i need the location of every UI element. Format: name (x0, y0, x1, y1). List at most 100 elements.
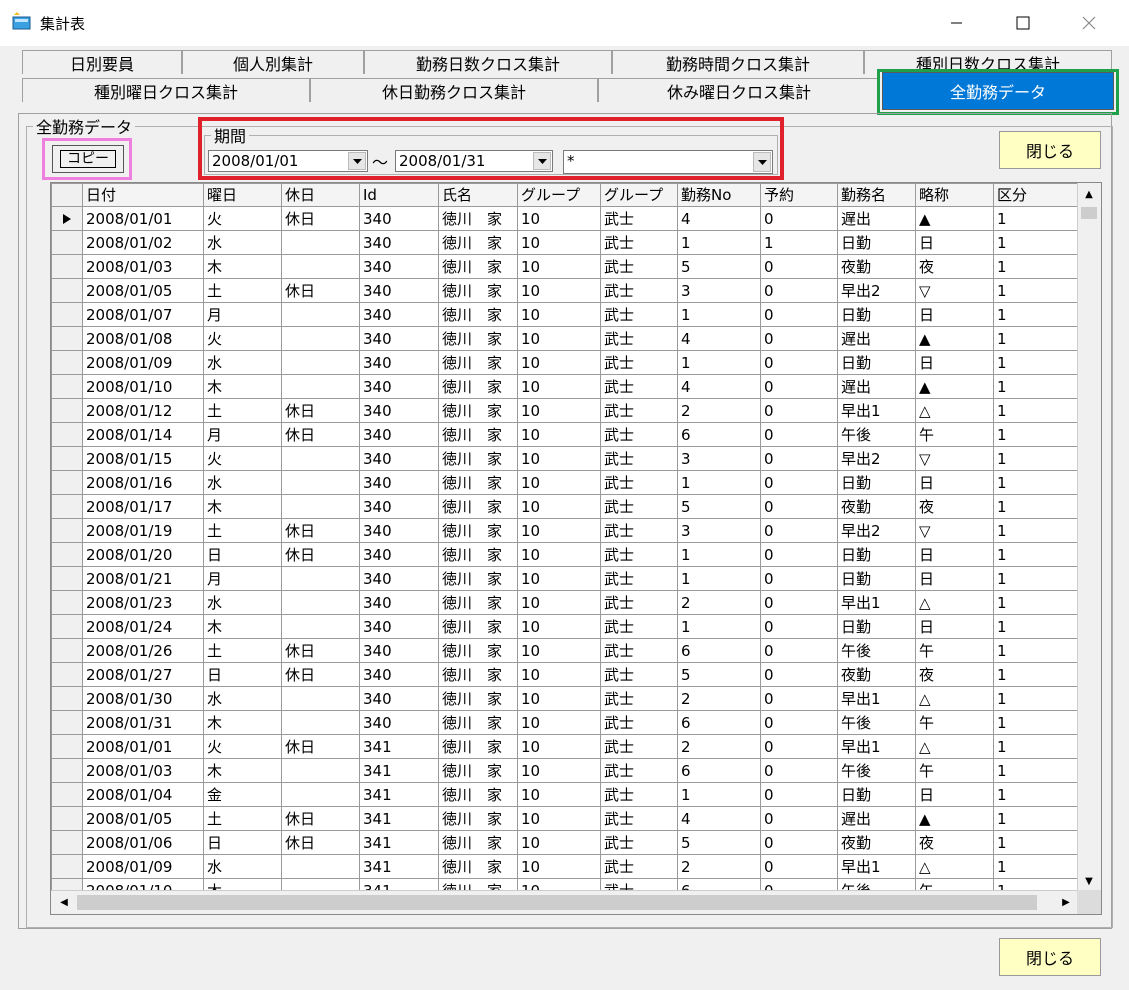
row-header[interactable] (51, 710, 83, 735)
table-cell[interactable]: 2008/01/09 (82, 854, 204, 879)
table-cell[interactable]: 0 (760, 470, 838, 495)
table-cell[interactable]: 340 (359, 566, 439, 591)
table-cell[interactable]: 10 (517, 494, 601, 519)
table-cell[interactable]: 徳川 家 (438, 590, 518, 615)
table-cell[interactable]: 休日 (281, 638, 360, 663)
table-cell[interactable]: 日 (203, 830, 282, 855)
table-cell[interactable]: 6 (677, 638, 761, 663)
table-cell[interactable]: 武士 (600, 854, 678, 879)
table-cell[interactable]: 1 (993, 422, 1084, 447)
table-cell[interactable]: ▽ (915, 278, 994, 303)
table-cell[interactable]: 土 (203, 806, 282, 831)
table-cell[interactable]: 日勤 (837, 230, 916, 255)
table-cell[interactable]: 武士 (600, 254, 678, 279)
table-cell[interactable]: 0 (760, 494, 838, 519)
table-cell[interactable]: 2008/01/21 (82, 566, 204, 591)
table-row[interactable]: 2008/01/21 月 340 徳川 家 10 武士 1 0 日勤日 1 (51, 566, 1088, 591)
table-cell[interactable]: 2008/01/06 (82, 830, 204, 855)
table-cell[interactable]: 3 (677, 518, 761, 543)
table-cell[interactable]: 340 (359, 326, 439, 351)
table-cell[interactable]: 10 (517, 782, 601, 807)
table-cell[interactable]: 休日 (281, 830, 360, 855)
table-cell[interactable]: 武士 (600, 422, 678, 447)
table-cell[interactable]: △ (915, 398, 994, 423)
table-cell[interactable]: 340 (359, 590, 439, 615)
table-cell[interactable]: 2008/01/08 (82, 326, 204, 351)
table-cell[interactable]: 日勤 (837, 614, 916, 639)
table-cell[interactable]: 武士 (600, 614, 678, 639)
table-cell[interactable] (281, 494, 360, 519)
table-cell[interactable]: 0 (760, 614, 838, 639)
table-cell[interactable]: 10 (517, 470, 601, 495)
table-cell[interactable]: 水 (203, 470, 282, 495)
tab-workhours-cross[interactable]: 勤務時間クロス集計 (612, 50, 864, 74)
table-row[interactable]: 2008/01/14 月休日 340 徳川 家 10 武士 6 0 午後午 1 (51, 422, 1088, 447)
table-row[interactable]: 2008/01/12 土休日 340 徳川 家 10 武士 2 0 早出1 △ 1 (51, 398, 1088, 423)
row-header[interactable] (51, 758, 83, 783)
table-cell[interactable]: 徳川 家 (438, 230, 518, 255)
table-cell[interactable]: 夜 (915, 830, 994, 855)
table-cell[interactable]: 徳川 家 (438, 398, 518, 423)
table-cell[interactable]: 1 (993, 662, 1084, 687)
row-header[interactable] (51, 494, 83, 519)
table-cell[interactable]: ▲ (915, 374, 994, 399)
close-button-bottom[interactable]: 閉じる (999, 938, 1101, 976)
table-cell[interactable]: 1 (993, 854, 1084, 879)
table-cell[interactable]: 10 (517, 734, 601, 759)
table-row[interactable]: 2008/01/15 火 340 徳川 家 10 武士 3 0 早出2 ▽ 1 (51, 446, 1088, 471)
table-cell[interactable]: 0 (760, 854, 838, 879)
table-cell[interactable]: 徳川 家 (438, 686, 518, 711)
row-header[interactable] (51, 446, 83, 471)
table-cell[interactable]: 340 (359, 518, 439, 543)
table-cell[interactable]: 2 (677, 734, 761, 759)
table-cell[interactable]: 1 (993, 206, 1084, 231)
column-header[interactable]: 勤務名 (837, 183, 916, 207)
table-cell[interactable]: 2008/01/05 (82, 806, 204, 831)
table-cell[interactable]: 10 (517, 230, 601, 255)
table-cell[interactable]: 1 (993, 398, 1084, 423)
table-cell[interactable]: 1 (993, 470, 1084, 495)
table-cell[interactable]: 武士 (600, 542, 678, 567)
table-cell[interactable]: 2008/01/09 (82, 350, 204, 375)
table-cell[interactable]: 土 (203, 278, 282, 303)
table-cell[interactable]: 早出2 (837, 278, 916, 303)
table-cell[interactable]: 木 (203, 254, 282, 279)
table-cell[interactable]: 0 (760, 806, 838, 831)
table-cell[interactable]: 0 (760, 278, 838, 303)
table-cell[interactable]: 武士 (600, 326, 678, 351)
table-cell[interactable]: 午後 (837, 710, 916, 735)
table-cell[interactable]: 2008/01/20 (82, 542, 204, 567)
tab-daily-staff[interactable]: 日別要員 (22, 50, 182, 74)
row-header[interactable] (51, 278, 83, 303)
table-cell[interactable]: 10 (517, 638, 601, 663)
row-header[interactable] (51, 782, 83, 807)
table-cell[interactable]: 武士 (600, 782, 678, 807)
table-cell[interactable]: 10 (517, 710, 601, 735)
table-cell[interactable]: 水 (203, 686, 282, 711)
table-cell[interactable]: 5 (677, 830, 761, 855)
table-cell[interactable]: 1 (677, 782, 761, 807)
table-cell[interactable]: 0 (760, 518, 838, 543)
row-header[interactable] (51, 326, 83, 351)
table-cell[interactable]: 土 (203, 638, 282, 663)
table-cell[interactable] (281, 710, 360, 735)
table-cell[interactable]: 2008/01/23 (82, 590, 204, 615)
column-header[interactable]: 略称 (915, 183, 994, 207)
table-cell[interactable] (281, 854, 360, 879)
table-cell[interactable]: 10 (517, 806, 601, 831)
table-cell[interactable]: 5 (677, 494, 761, 519)
table-cell[interactable]: 341 (359, 782, 439, 807)
table-row[interactable]: 2008/01/19 土休日 340 徳川 家 10 武士 3 0 早出2 ▽ 1 (51, 518, 1088, 543)
table-cell[interactable]: 2008/01/24 (82, 614, 204, 639)
table-cell[interactable]: 340 (359, 494, 439, 519)
table-cell[interactable]: 1 (677, 542, 761, 567)
table-cell[interactable]: 10 (517, 254, 601, 279)
table-cell[interactable]: 休日 (281, 422, 360, 447)
table-cell[interactable]: 土 (203, 398, 282, 423)
table-cell[interactable]: 1 (993, 614, 1084, 639)
table-cell[interactable]: 340 (359, 710, 439, 735)
table-cell[interactable]: 徳川 家 (438, 302, 518, 327)
table-cell[interactable]: 日 (915, 782, 994, 807)
table-cell[interactable]: 10 (517, 830, 601, 855)
table-cell[interactable]: 夜勤 (837, 830, 916, 855)
